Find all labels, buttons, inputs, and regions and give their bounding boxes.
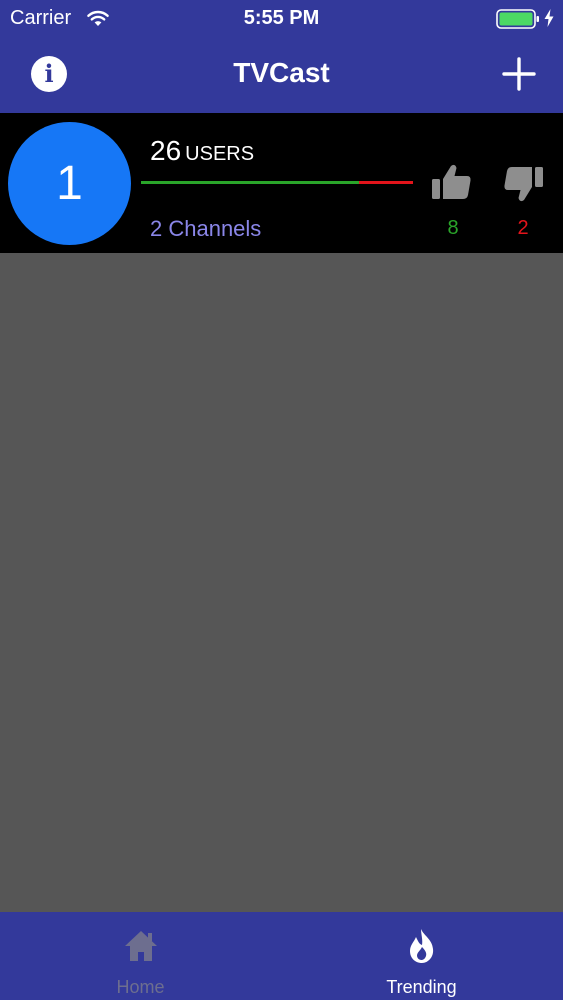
top-bar: Carrier 5:55 PM i TVCast (0, 0, 563, 113)
tab-trending[interactable]: Trending (281, 912, 562, 1000)
home-icon (125, 931, 157, 961)
channels-link[interactable]: 2 Channels (150, 216, 261, 242)
users-label: USERS (185, 143, 255, 165)
thumbs-down-icon[interactable] (502, 163, 544, 205)
rank-badge: 1 (8, 122, 131, 245)
battery-icon (496, 9, 539, 29)
vote-ratio-up (141, 181, 359, 184)
rank-number: 1 (56, 157, 83, 210)
list-item[interactable]: 1 26 USERS 2 Channels 8 2 (0, 113, 563, 253)
status-bar: Carrier 5:55 PM (0, 0, 563, 40)
flame-icon (410, 929, 434, 963)
vote-ratio-bar (141, 181, 413, 184)
thumbs-up-icon[interactable] (431, 161, 473, 203)
users-count: 26 (150, 135, 182, 166)
tab-trending-label: Trending (386, 977, 457, 997)
charging-bolt-icon (544, 9, 554, 27)
tab-home[interactable]: Home (0, 912, 281, 1000)
dislikes-count: 2 (517, 217, 529, 239)
nav-bar: i TVCast (0, 40, 563, 113)
tab-home-label: Home (116, 977, 165, 997)
clock: 5:55 PM (243, 7, 320, 29)
likes-count: 8 (447, 217, 459, 239)
users-summary: 26 USERS (150, 135, 254, 167)
page-title: TVCast (233, 57, 330, 88)
tab-bar: Home Trending (0, 912, 563, 1000)
vote-ratio-down (358, 181, 413, 184)
plus-icon[interactable] (501, 56, 537, 92)
